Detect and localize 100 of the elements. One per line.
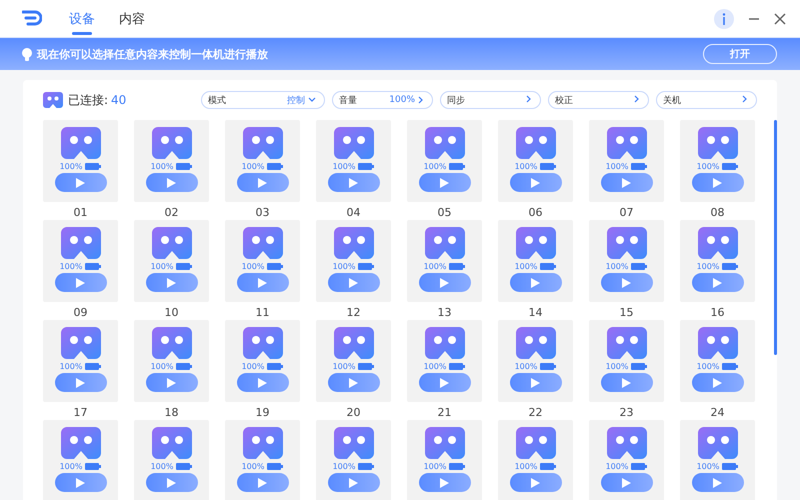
device-card[interactable]: 100% — [680, 320, 755, 402]
banner-message: 现在你可以选择任意内容来控制一体机进行播放 — [37, 46, 268, 62]
device-card[interactable]: 100% — [680, 220, 755, 302]
scrollbar[interactable] — [774, 120, 777, 355]
chevron-right-icon — [526, 94, 532, 102]
play-button[interactable] — [146, 473, 198, 492]
device-card[interactable]: 100% — [43, 120, 118, 202]
vr-headset-icon — [606, 427, 646, 459]
device-card[interactable]: 100% — [43, 420, 118, 500]
play-button[interactable] — [146, 373, 198, 392]
device-card[interactable]: 100% — [225, 120, 300, 202]
device-card[interactable]: 100% — [680, 120, 755, 202]
toolbar-button[interactable]: 关机 — [656, 91, 757, 109]
device-card[interactable]: 100% — [225, 420, 300, 500]
play-button[interactable] — [146, 273, 198, 292]
device-card[interactable]: 100% — [407, 420, 482, 500]
play-button[interactable] — [54, 173, 106, 192]
device-number: 24 — [710, 406, 726, 419]
nav-tab[interactable]: 设备 — [69, 2, 95, 35]
device-card[interactable]: 100% — [589, 420, 664, 500]
device-card[interactable]: 100% — [407, 120, 482, 202]
device-card[interactable]: 100% — [134, 320, 209, 402]
vr-headset-icon — [698, 427, 738, 459]
play-button[interactable] — [510, 273, 562, 292]
vr-headset-icon — [60, 427, 100, 459]
play-button[interactable] — [510, 473, 562, 492]
battery-icon — [722, 363, 738, 370]
play-icon — [440, 378, 449, 388]
device-card[interactable]: 100% — [498, 320, 573, 402]
play-button[interactable] — [692, 173, 744, 192]
chevron-right-icon — [742, 94, 748, 102]
device-card[interactable]: 100% — [498, 420, 573, 500]
play-button[interactable] — [600, 173, 652, 192]
device-card[interactable]: 100% — [498, 220, 573, 302]
device-number: 14 — [528, 306, 544, 319]
play-button[interactable] — [236, 173, 288, 192]
play-button[interactable] — [692, 373, 744, 392]
play-button[interactable] — [510, 173, 562, 192]
battery-reading: 100% — [332, 162, 356, 171]
play-button[interactable] — [236, 273, 288, 292]
nav-tab[interactable]: 内容 — [119, 2, 145, 35]
device-card[interactable]: 100% — [43, 220, 118, 302]
chevron-right-icon — [634, 94, 640, 102]
play-button[interactable] — [236, 373, 288, 392]
play-button[interactable] — [692, 273, 744, 292]
device-number: 04 — [346, 206, 362, 219]
device-card[interactable]: 100% — [498, 120, 573, 202]
device-card[interactable]: 100% — [589, 320, 664, 402]
play-button[interactable] — [54, 473, 106, 492]
play-button[interactable] — [54, 273, 106, 292]
device-card[interactable]: 100% — [134, 120, 209, 202]
device-card[interactable]: 100% — [316, 220, 391, 302]
play-button[interactable] — [418, 473, 470, 492]
play-button[interactable] — [510, 373, 562, 392]
play-button[interactable] — [328, 373, 380, 392]
play-button[interactable] — [692, 473, 744, 492]
play-button[interactable] — [328, 473, 380, 492]
device-card[interactable]: 100% — [316, 420, 391, 500]
play-button[interactable] — [418, 273, 470, 292]
close-icon[interactable] — [774, 12, 786, 24]
toolbar-button[interactable]: 音量 100% — [332, 91, 433, 109]
vr-headset-icon — [516, 227, 556, 259]
device-card[interactable]: 100% — [225, 320, 300, 402]
play-button[interactable] — [54, 373, 106, 392]
play-button[interactable] — [328, 173, 380, 192]
device-card[interactable]: 100% — [589, 120, 664, 202]
toolbar-button[interactable]: 校正 — [548, 91, 649, 109]
device-card[interactable]: 100% — [134, 220, 209, 302]
battery-icon — [449, 363, 466, 370]
play-icon — [622, 478, 631, 488]
battery-reading: 100% — [150, 462, 174, 471]
device-card[interactable]: 100% — [225, 220, 300, 302]
battery-icon — [358, 263, 374, 270]
device-card[interactable]: 100% — [407, 220, 482, 302]
battery-icon — [449, 463, 466, 470]
play-button[interactable] — [418, 373, 470, 392]
play-button[interactable] — [600, 473, 652, 492]
vr-headset-icon — [606, 227, 646, 259]
open-button[interactable]: 打开 — [703, 44, 777, 64]
play-button[interactable] — [600, 373, 652, 392]
vr-headset-icon — [606, 327, 646, 359]
device-card[interactable]: 100% — [43, 320, 118, 402]
device-card[interactable]: 100% — [316, 320, 391, 402]
mode-dropdown[interactable]: 模式 控制 — [201, 91, 325, 109]
info-icon[interactable] — [714, 8, 734, 28]
play-button[interactable] — [418, 173, 470, 192]
connected-count: 40 — [111, 93, 126, 107]
toolbar-button[interactable]: 同步 — [440, 91, 541, 109]
battery-reading: 100% — [514, 262, 538, 271]
battery-icon — [85, 363, 102, 370]
device-card[interactable]: 100% — [134, 420, 209, 500]
device-card[interactable]: 100% — [680, 420, 755, 500]
play-button[interactable] — [236, 473, 288, 492]
play-button[interactable] — [146, 173, 198, 192]
device-card[interactable]: 100% — [407, 320, 482, 402]
play-button[interactable] — [600, 273, 652, 292]
device-card[interactable]: 100% — [589, 220, 664, 302]
device-card[interactable]: 100% — [316, 120, 391, 202]
vr-headset-icon — [334, 227, 374, 259]
play-button[interactable] — [328, 273, 380, 292]
